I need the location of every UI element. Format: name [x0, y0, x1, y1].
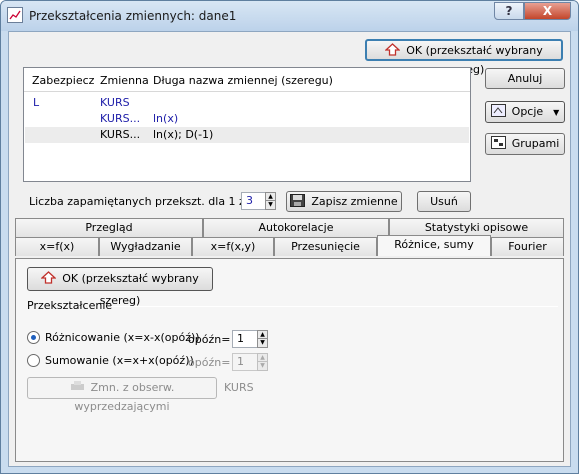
groups-button[interactable]: Grupami	[485, 133, 565, 155]
differencing-label[interactable]: Różnicowanie (x=x-x(opóź))	[45, 331, 200, 344]
forecast-variable-button[interactable]: Zmn. z obserw. wyprzedzającymi	[27, 377, 217, 413]
groups-label: Grupami	[511, 137, 560, 150]
tab-fourier[interactable]: Fourier	[491, 237, 564, 256]
differences-panel: OK (przekształć wybrany szereg) Przekszt…	[15, 258, 564, 462]
forecast-variable-name: KURS	[224, 381, 254, 394]
diff-lag-spinner[interactable]: ▲ ▼	[257, 330, 268, 348]
diff-lag-input[interactable]: 1	[232, 330, 258, 348]
spin-down-icon[interactable]: ▼	[258, 339, 267, 347]
diff-lag-label: opóźn=	[188, 333, 231, 346]
tab-overview[interactable]: Przegląd	[15, 218, 203, 237]
forecast-icon	[70, 380, 85, 393]
save-variables-label: Zapisz zmienne	[311, 195, 398, 208]
sum-lag-input[interactable]: 1	[232, 353, 258, 371]
dialog-body: OK (przekształć wybrany szereg) Zabezpie…	[8, 31, 571, 467]
memory-count-input[interactable]: 3	[241, 192, 266, 210]
sum-lag-spinner[interactable]: ▲ ▼	[257, 353, 268, 371]
table-row[interactable]: KURS... ln(x); D(-1)	[25, 127, 469, 143]
spin-down-icon[interactable]: ▼	[258, 362, 267, 370]
spin-up-icon[interactable]: ▲	[258, 331, 267, 339]
dropdown-arrow-icon: ▼	[553, 108, 560, 117]
differencing-radio[interactable]	[27, 331, 40, 344]
tab-differences-sums[interactable]: Różnice, sumy	[377, 235, 491, 256]
close-button[interactable]: X	[524, 2, 571, 20]
row-variable: KURS...	[100, 112, 141, 125]
group-divider	[111, 306, 558, 307]
arrow-up-icon	[40, 270, 57, 284]
delete-button[interactable]: Usuń	[417, 191, 471, 212]
tab-shift[interactable]: Przesunięcie	[274, 237, 377, 256]
row-description: ln(x)	[153, 112, 179, 125]
memory-count-spinner[interactable]: ▲ ▼	[265, 192, 276, 210]
col-header-long-name[interactable]: Długa nazwa zmiennej (szeregu)	[153, 74, 333, 87]
tab-x-f-x[interactable]: x=f(x)	[15, 237, 99, 256]
variables-list[interactable]: Zabezpiecz Zmienna Długa nazwa zmiennej …	[23, 67, 471, 182]
spin-up-icon[interactable]: ▲	[258, 354, 267, 362]
row-description: ln(x); D(-1)	[153, 128, 214, 141]
ok-transform-button[interactable]: OK (przekształć wybrany szereg)	[365, 39, 563, 76]
tab-smoothing[interactable]: Wygładzanie	[99, 237, 192, 256]
options-label: Opcje	[511, 105, 544, 118]
memory-count-label: Liczba zapamiętanych przekszt. dla 1 zmn…	[29, 195, 270, 208]
table-row[interactable]: L KURS	[25, 95, 469, 111]
title-bar[interactable]: Przekształcenia zmiennych: dane1 ? X	[1, 1, 578, 31]
header-divider	[24, 91, 470, 92]
table-row[interactable]: KURS... ln(x)	[25, 111, 469, 127]
window-title: Przekształcenia zmiennych: dane1	[29, 9, 237, 23]
row-variable: KURS	[100, 96, 130, 109]
row-variable: KURS...	[100, 128, 141, 141]
app-chart-icon	[7, 7, 23, 23]
spin-up-icon[interactable]: ▲	[266, 193, 275, 201]
cancel-button[interactable]: Anuluj	[485, 68, 565, 89]
summation-label[interactable]: Sumowanie (x=x+x(opóź))	[45, 354, 194, 367]
forecast-variable-label: Zmn. z obserw. wyprzedzającymi	[74, 381, 175, 413]
save-icon	[290, 194, 306, 207]
summation-radio[interactable]	[27, 354, 40, 367]
arrow-up-icon	[384, 43, 401, 56]
tab-autocorrelations[interactable]: Autokorelacje	[203, 218, 389, 237]
options-icon	[490, 104, 506, 117]
tab-x-f-x-y[interactable]: x=f(x,y)	[192, 237, 274, 256]
dialog-window: Przekształcenia zmiennych: dane1 ? X OK …	[0, 0, 579, 474]
col-header-lock[interactable]: Zabezpiecz	[32, 74, 94, 87]
transformation-group-label: Przekształcenie	[27, 299, 113, 312]
row-lock: L	[33, 96, 40, 109]
sum-lag-label: opóźn=	[188, 356, 231, 369]
spin-down-icon[interactable]: ▼	[266, 201, 275, 209]
col-header-variable[interactable]: Zmienna	[100, 74, 149, 87]
options-button[interactable]: Opcje ▼	[485, 101, 565, 123]
groups-icon	[490, 136, 506, 149]
save-variables-button[interactable]: Zapisz zmienne	[286, 191, 402, 212]
panel-ok-button[interactable]: OK (przekształć wybrany szereg)	[27, 267, 213, 307]
help-button[interactable]: ?	[494, 2, 524, 20]
